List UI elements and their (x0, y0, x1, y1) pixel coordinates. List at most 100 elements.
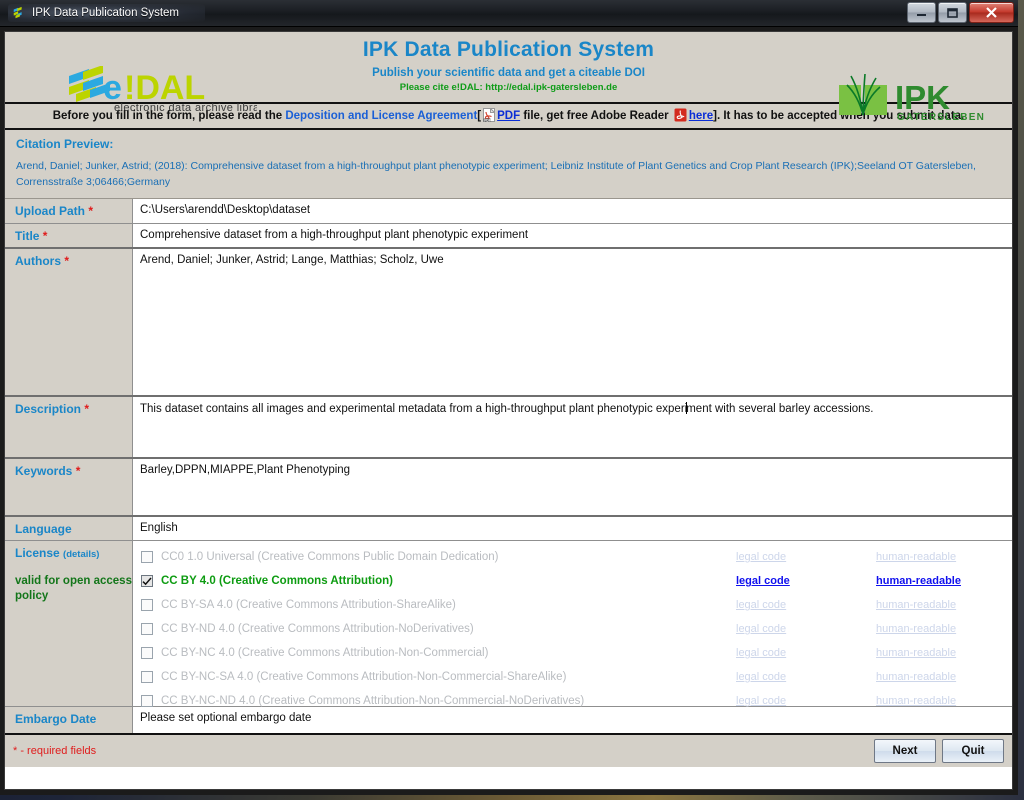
authors-input[interactable]: Arend, Daniel; Junker, Astrid; Lange, Ma… (133, 249, 1012, 395)
window-title: IPK Data Publication System (32, 7, 180, 19)
human-readable-link[interactable]: human-readable (876, 575, 961, 587)
legal-code-link[interactable]: legal code (736, 551, 876, 563)
human-readable-link[interactable]: human-readable (876, 671, 956, 683)
upload-path-label: Upload Path * (5, 199, 133, 223)
page-title: IPK Data Publication System (362, 38, 655, 61)
embargo-date-label-text: Embargo Date (15, 712, 97, 726)
citation-preview-text: Arend, Daniel; Junker, Astrid; (2018): C… (16, 160, 976, 188)
close-icon (986, 7, 997, 18)
license-option-list: CC0 1.0 Universal (Creative Commons Publ… (137, 541, 1012, 716)
license-option-label: CC BY-ND 4.0 (Creative Commons Attributi… (161, 623, 474, 635)
checkbox-icon[interactable] (141, 671, 153, 683)
checkbox-icon[interactable] (141, 623, 153, 635)
description-text-after-caret: ment with several barley accessions. (686, 403, 874, 415)
keywords-required-marker: * (75, 464, 81, 478)
license-option-row[interactable]: CC BY-NC-SA 4.0 (Creative Commons Attrib… (137, 665, 1012, 689)
adobe-reader-icon (674, 108, 687, 125)
license-option-row[interactable]: CC BY 4.0 (Creative Commons Attribution)… (137, 569, 1012, 593)
adobe-reader-here-link[interactable]: here (689, 110, 713, 122)
description-label-text: Description (15, 402, 82, 416)
agreement-bracket-open: [ (477, 110, 482, 122)
svg-text:GATERSLEBEN: GATERSLEBEN (897, 112, 985, 123)
minimize-button[interactable] (907, 2, 936, 23)
form-content: e !DAL electronic data archive library I… (4, 31, 1013, 790)
authors-label: Authors * (5, 249, 133, 395)
minimize-icon (917, 14, 926, 16)
human-readable-link[interactable]: human-readable (876, 551, 956, 563)
license-valid-note: valid for open access policy (15, 575, 132, 602)
pdf-link[interactable]: PDF (497, 110, 520, 122)
license-option-label: CC BY-NC-ND 4.0 (Creative Commons Attrib… (161, 695, 585, 707)
window-titlebar: IPK Data Publication System (0, 0, 1018, 27)
maximize-button[interactable] (938, 2, 967, 23)
keywords-label: Keywords * (5, 459, 133, 515)
license-option-row[interactable]: CC BY-ND 4.0 (Creative Commons Attributi… (137, 617, 1012, 641)
close-button[interactable] (969, 2, 1014, 23)
license-option-row[interactable]: CC BY-SA 4.0 (Creative Commons Attributi… (137, 593, 1012, 617)
legal-code-link[interactable]: legal code (736, 575, 876, 587)
window-controls (907, 2, 1014, 23)
deposition-license-agreement-link[interactable]: Deposition and License Agreement (285, 110, 477, 122)
language-label: Language (5, 517, 133, 540)
legal-code-link[interactable]: legal code (736, 671, 876, 683)
license-options: CC0 1.0 Universal (Creative Commons Publ… (133, 541, 1012, 707)
svg-text:IPK: IPK (895, 79, 950, 116)
checkbox-icon[interactable] (141, 695, 153, 707)
legal-code-link[interactable]: legal code (736, 647, 876, 659)
embargo-date-input[interactable]: Please set optional embargo date (133, 707, 1012, 733)
license-option-label: CC BY-NC-SA 4.0 (Creative Commons Attrib… (161, 671, 567, 683)
license-option-row[interactable]: CC0 1.0 Universal (Creative Commons Publ… (137, 545, 1012, 569)
license-details-link[interactable]: (details) (63, 549, 99, 560)
next-button[interactable]: Next (874, 739, 936, 763)
checkbox-icon[interactable] (141, 647, 153, 659)
human-readable-link[interactable]: human-readable (876, 599, 956, 611)
required-fields-note: * - required fields (13, 745, 97, 757)
human-readable-link[interactable]: human-readable (876, 647, 956, 659)
row-embargo-date: Embargo Date Please set optional embargo… (5, 707, 1012, 733)
application-window: IPK Data Publication System e !DAL elect… (0, 0, 1018, 795)
ipk-logo: IPK GATERSLEBEN (837, 71, 992, 128)
row-upload-path: Upload Path * C:\Users\arendd\Desktop\da… (5, 199, 1012, 224)
svg-text:electronic data archive librar: electronic data archive library (114, 102, 257, 114)
checkbox-icon[interactable] (141, 599, 153, 611)
license-label: License (details) valid for open access … (5, 541, 133, 706)
human-readable-link[interactable]: human-readable (876, 623, 956, 635)
row-license: License (details) valid for open access … (5, 541, 1012, 707)
legal-code-link[interactable]: legal code (736, 695, 876, 707)
brand-header: e !DAL electronic data archive library I… (5, 32, 1012, 123)
window-body: e !DAL electronic data archive library I… (0, 27, 1018, 795)
legal-code-link[interactable]: legal code (736, 623, 876, 635)
description-label: Description * (5, 397, 133, 457)
form-footer: * - required fields Next Quit (5, 733, 1012, 767)
embargo-date-label: Embargo Date (5, 707, 133, 733)
upload-path-input[interactable]: C:\Users\arendd\Desktop\dataset (133, 199, 1012, 223)
license-option-label: CC0 1.0 Universal (Creative Commons Publ… (161, 551, 499, 563)
human-readable-link[interactable]: human-readable (876, 695, 956, 707)
upload-path-required-marker: * (88, 204, 94, 218)
citation-preview-heading: Citation Preview: (16, 137, 114, 151)
edal-icon (12, 6, 26, 20)
title-required-marker: * (42, 229, 48, 243)
row-authors: Authors * Arend, Daniel; Junker, Astrid;… (5, 249, 1012, 397)
svg-text:PDF: PDF (484, 118, 490, 122)
license-label-text: License (15, 546, 60, 560)
legal-code-link[interactable]: legal code (736, 599, 876, 611)
row-keywords: Keywords * Barley,DPPN,MIAPPE,Plant Phen… (5, 459, 1012, 517)
description-input[interactable]: This dataset contains all images and exp… (133, 397, 1012, 457)
language-label-text: Language (15, 522, 72, 536)
quit-button[interactable]: Quit (942, 739, 1004, 763)
title-input[interactable]: Comprehensive dataset from a high-throug… (133, 224, 1012, 247)
checkbox-checked-icon[interactable] (141, 575, 153, 587)
language-select[interactable]: English (133, 517, 1012, 540)
maximize-icon (947, 7, 958, 18)
license-option-row[interactable]: CC BY-NC 4.0 (Creative Commons Attributi… (137, 641, 1012, 665)
pdf-file-icon: PDF (483, 106, 496, 125)
description-required-marker: * (84, 402, 90, 416)
title-label: Title * (5, 224, 133, 247)
keywords-input[interactable]: Barley,DPPN,MIAPPE,Plant Phenotyping (133, 459, 1012, 515)
row-description: Description * This dataset contains all … (5, 397, 1012, 459)
row-title: Title * Comprehensive dataset from a hig… (5, 224, 1012, 249)
checkbox-icon[interactable] (141, 551, 153, 563)
window-title-chip: IPK Data Publication System (8, 4, 206, 22)
license-option-label: CC BY-SA 4.0 (Creative Commons Attributi… (161, 599, 456, 611)
